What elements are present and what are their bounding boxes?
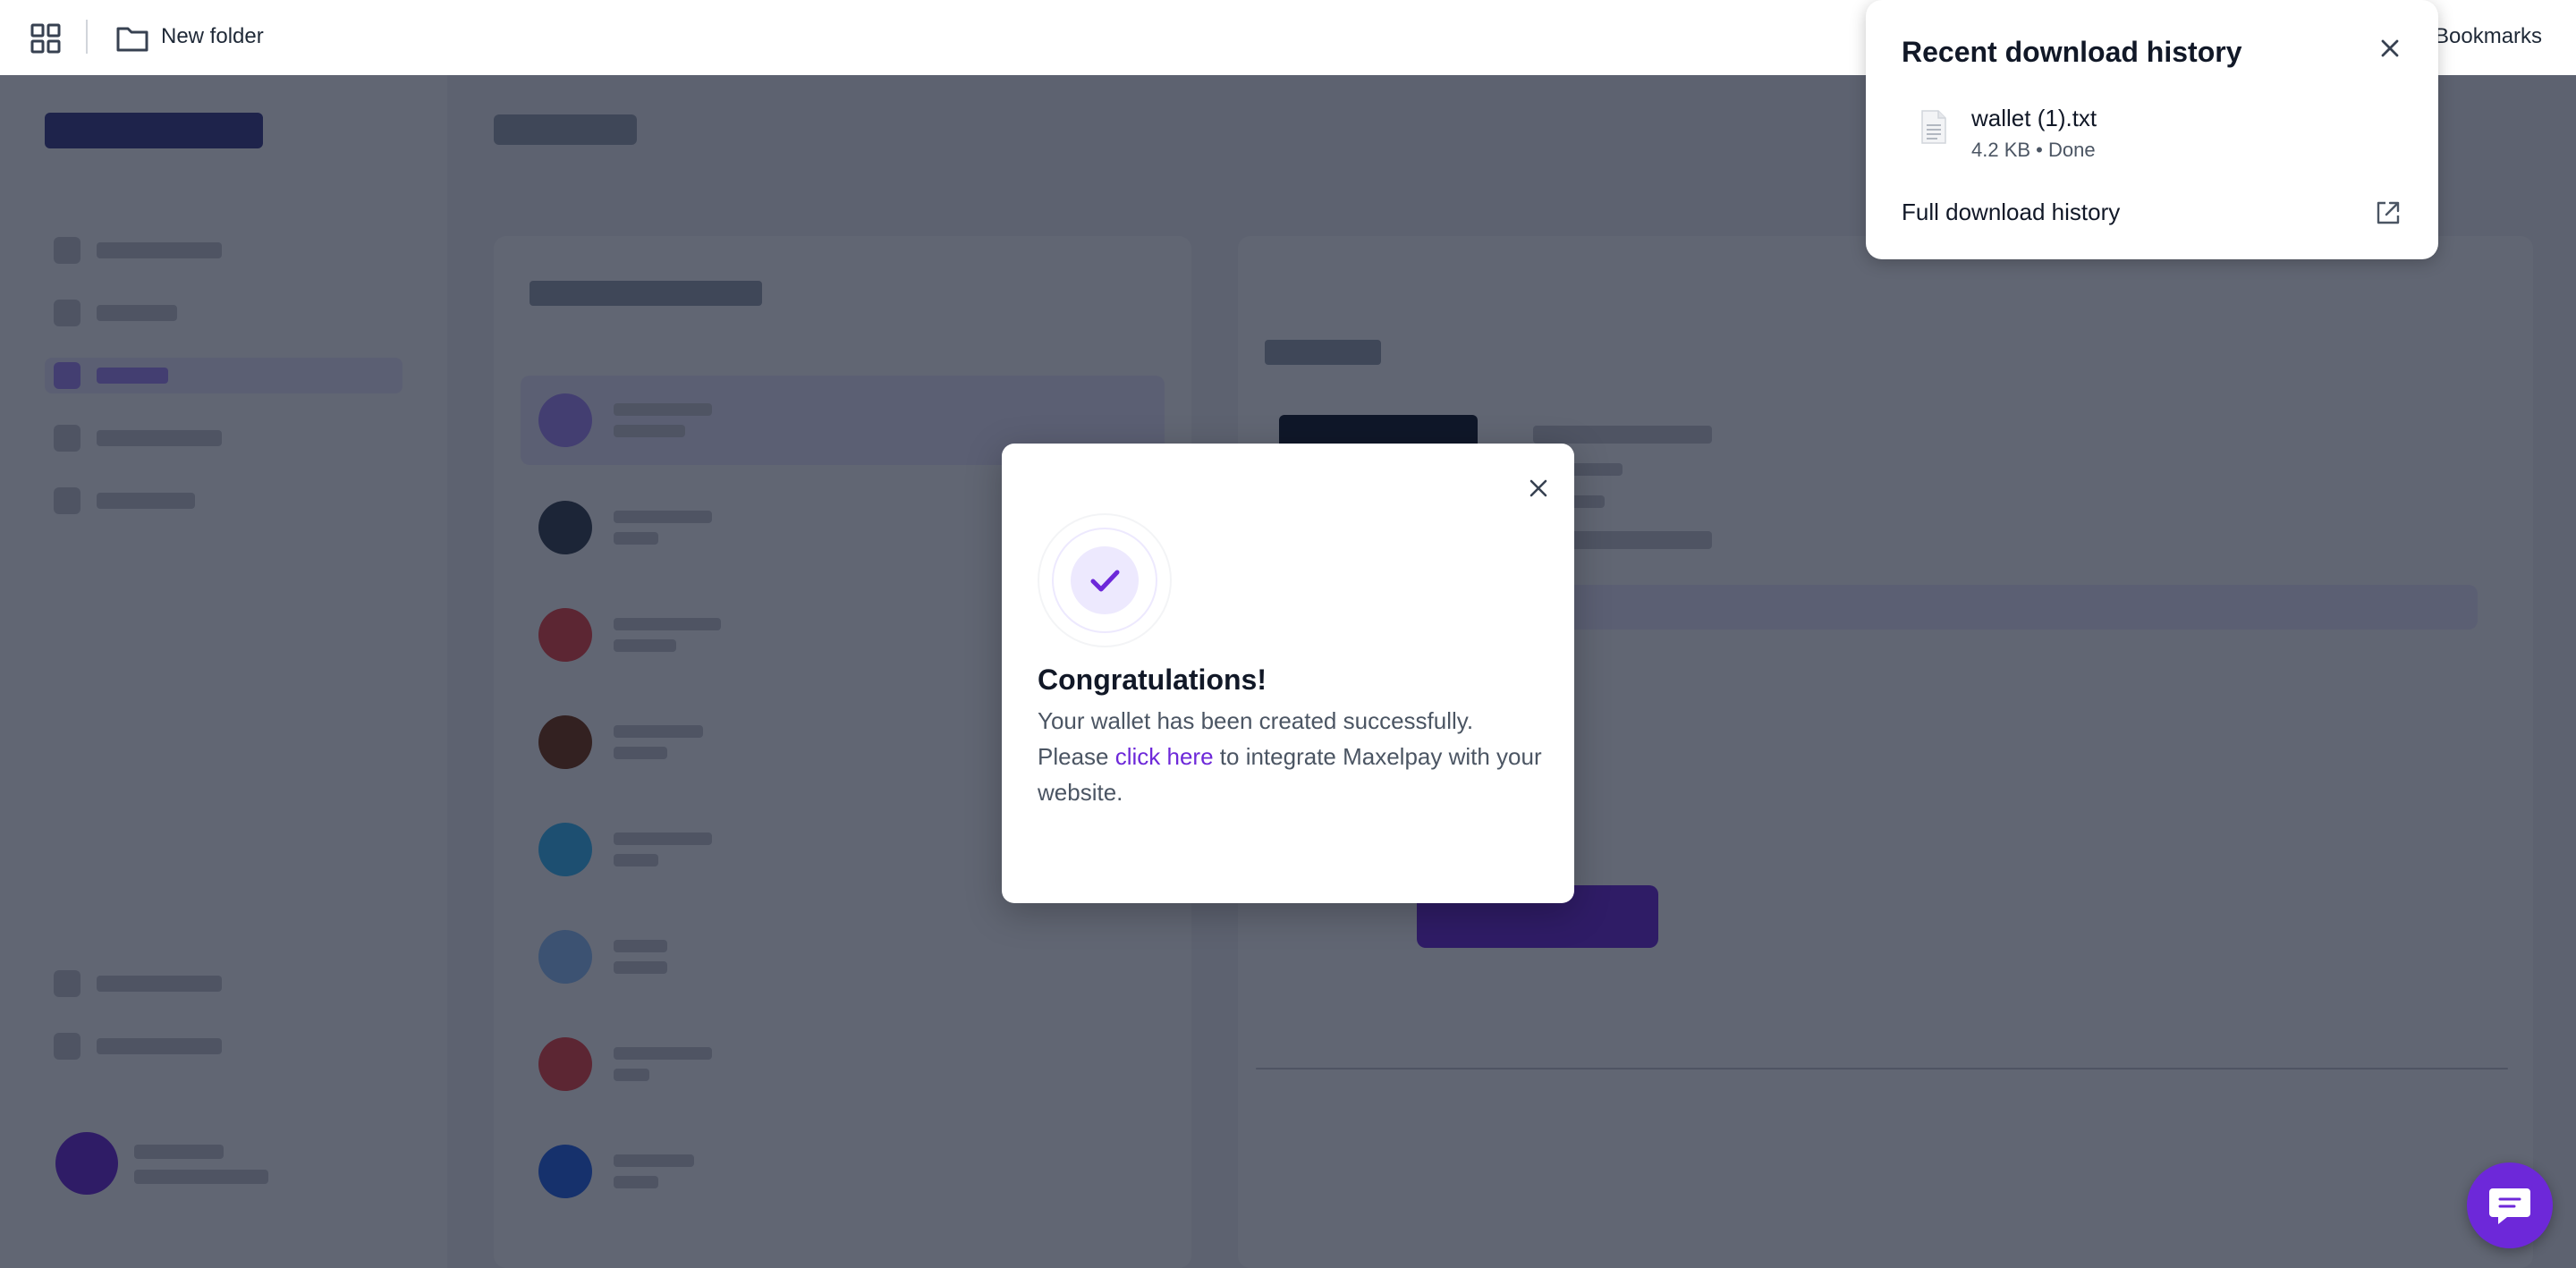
success-badge (1038, 513, 1172, 647)
integrate-link[interactable]: click here (1115, 743, 1214, 770)
folder-icon[interactable] (116, 23, 148, 52)
modal-title: Congratulations! (1038, 664, 1267, 696)
close-icon (2381, 39, 2399, 57)
download-popup-title: Recent download history (1902, 36, 2242, 68)
external-link-icon (2377, 201, 2400, 224)
download-popup-close-button[interactable] (2372, 30, 2408, 66)
download-file-name: wallet (1).txt (1971, 105, 2097, 131)
success-modal: Congratulations! Your wallet has been cr… (1002, 444, 1574, 903)
bookmarks-link[interactable]: Bookmarks (2435, 21, 2542, 52)
chat-bubble-icon (2489, 1188, 2530, 1224)
full-download-history-link[interactable]: Full download history (1887, 184, 2415, 241)
full-download-history-label: Full download history (1902, 199, 2121, 225)
download-history-popup: Recent download history wallet (1).txt 4… (1866, 0, 2438, 259)
download-file-meta: 4.2 KB • Done (1971, 139, 2096, 161)
apps-grid-icon[interactable] (30, 23, 61, 54)
chat-launcher-button[interactable] (2467, 1162, 2553, 1248)
modal-message: Your wallet has been created successfull… (1038, 703, 1547, 810)
bookmark-folder-new-folder[interactable]: New folder (161, 21, 264, 52)
file-icon (1921, 110, 1946, 144)
close-icon (1530, 479, 1547, 497)
bookmarks-divider (86, 20, 88, 54)
modal-close-button[interactable] (1521, 470, 1556, 506)
download-item[interactable]: wallet (1).txt 4.2 KB • Done (1887, 97, 2415, 168)
